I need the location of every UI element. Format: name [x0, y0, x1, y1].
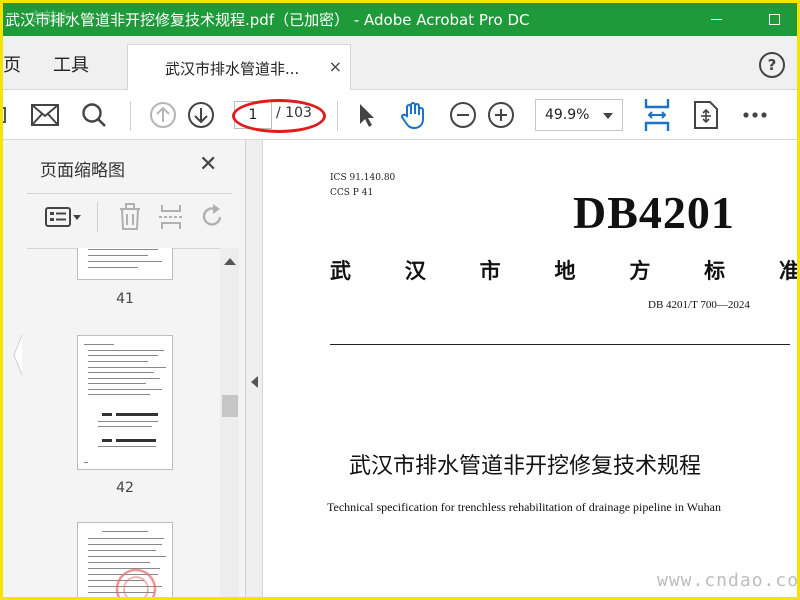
panel-collapse-strip[interactable] [246, 140, 263, 597]
zoom-in-icon[interactable] [486, 100, 516, 130]
prev-page-icon[interactable] [148, 100, 178, 130]
thumbnail-scrollbar[interactable] [220, 248, 239, 597]
minimize-button[interactable] [696, 3, 736, 36]
panel-toolbar-divider [97, 202, 98, 232]
thumbnail-options-button[interactable] [43, 202, 85, 232]
doc-standard-number: DB 4201/T 700—2024 [648, 299, 750, 311]
tab-row: 页 工具 武汉市排水管道非... × ? [3, 36, 797, 91]
toolbar-divider [337, 101, 338, 131]
hand-icon[interactable] [398, 100, 428, 130]
panel-pointer-icon [13, 335, 23, 375]
zoom-out-icon[interactable] [448, 100, 478, 130]
document-view: ICS 91.140.80 CCS P 41 DB4201 武 汉 市 地 方 … [264, 140, 797, 597]
scroll-up-icon[interactable] [224, 258, 236, 265]
doc-ics-code: ICS 91.140.80 [330, 173, 396, 183]
site-watermark: www.cndao.com [657, 570, 797, 591]
search-icon[interactable] [79, 100, 109, 130]
chevron-down-icon [603, 113, 613, 119]
zoom-value: 49.9% [545, 107, 590, 123]
thumbnail-panel: 页面缩略图 ✕ 41 42 [3, 140, 246, 597]
doc-standard-type-char: 地 [554, 258, 576, 283]
minimize-icon [710, 18, 722, 21]
doc-divider [330, 344, 790, 345]
close-tab-icon[interactable]: × [329, 57, 342, 76]
doc-ccs-code: CCS P 41 [330, 188, 374, 198]
thumbnail-page[interactable] [77, 335, 173, 470]
page-total: / 103 [276, 105, 312, 121]
scrollbar-thumb[interactable] [222, 395, 238, 417]
thumbnail-page-number: 41 [116, 291, 134, 307]
prev-tool-icon[interactable] [3, 100, 21, 130]
rotate-icon[interactable] [198, 202, 228, 232]
doc-title-en: Technical specification for trenchless r… [327, 500, 721, 514]
rotate-page-icon[interactable] [690, 98, 722, 132]
doc-standard-type-char: 市 [479, 258, 501, 283]
doc-standard-code: DB4201 [573, 187, 735, 238]
doc-standard-type: 武 汉 市 地 方 标 准 [330, 255, 797, 285]
window-title: 武汉市排水管道非开挖修复技术规程.pdf（已加密） - Adobe Acroba… [5, 11, 530, 29]
fit-width-icon[interactable] [641, 98, 673, 132]
doc-standard-type-char: 方 [629, 258, 651, 283]
menu-tools[interactable]: 工具 [53, 51, 89, 77]
app-window: 武汉市排水管道非开挖修复技术规程.pdf（已加密） - Adobe Acroba… [3, 3, 797, 597]
maximize-icon [768, 14, 780, 25]
page-number-input[interactable]: 1 [234, 101, 272, 129]
panel-divider [27, 193, 232, 194]
next-page-icon[interactable] [186, 100, 216, 130]
mail-icon[interactable] [30, 100, 60, 130]
delete-page-icon[interactable] [115, 202, 145, 232]
thumbnail-list: 41 42 [27, 248, 220, 597]
panel-title: 页面缩略图 [40, 161, 125, 181]
doc-standard-type-char: 汉 [404, 258, 426, 283]
toolbar-divider [130, 101, 131, 131]
document-tab[interactable]: 武汉市排水管道非... × [127, 44, 351, 91]
document-tab-label: 武汉市排水管道非... [165, 59, 300, 78]
stamp-icon [115, 568, 157, 597]
site-logo-watermark: 之前水 [29, 10, 71, 26]
doc-standard-type-char: 标 [704, 258, 726, 283]
main-toolbar: 1 / 103 49.9% [3, 90, 797, 140]
help-icon[interactable]: ? [759, 52, 785, 78]
insert-page-icon[interactable] [156, 202, 186, 232]
collapse-panel-icon[interactable] [251, 376, 258, 388]
close-panel-icon[interactable]: ✕ [199, 154, 217, 176]
thumbnail-page-number: 42 [116, 480, 134, 496]
menu-home[interactable]: 页 [3, 51, 21, 77]
doc-standard-type-char: 武 [330, 258, 351, 283]
maximize-button[interactable] [754, 3, 794, 36]
title-bar: 武汉市排水管道非开挖修复技术规程.pdf（已加密） - Adobe Acroba… [3, 3, 797, 36]
zoom-select[interactable]: 49.9% [535, 99, 623, 131]
doc-title-cn: 武汉市排水管道非开挖修复技术规程 [349, 454, 702, 479]
thumbnail-page[interactable] [77, 248, 173, 280]
doc-standard-type-char: 准 [778, 258, 797, 283]
select-cursor-icon[interactable] [351, 100, 381, 130]
thumbnail-page[interactable] [77, 522, 173, 597]
more-icon[interactable] [740, 100, 770, 130]
